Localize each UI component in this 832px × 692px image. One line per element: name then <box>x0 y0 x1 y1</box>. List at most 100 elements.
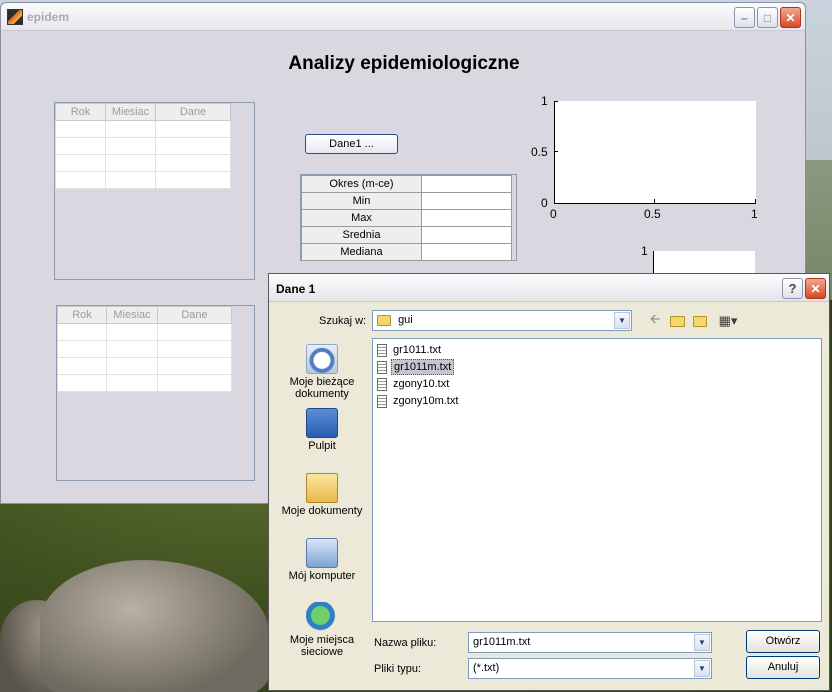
stats-row: Mediana <box>301 243 512 261</box>
table-cell[interactable] <box>57 357 107 375</box>
table-cell[interactable] <box>157 374 232 392</box>
stats-panel: Okres (m-ce) Min Max Srednia Mediana <box>300 174 517 261</box>
look-in-value-wrap: gui <box>377 314 413 326</box>
y-tick-label: 1 <box>641 244 648 258</box>
table-cell[interactable] <box>57 340 107 358</box>
table-cell[interactable] <box>57 374 107 392</box>
file-name: zgony10.txt <box>393 378 450 390</box>
data-table-1[interactable]: Rok Miesiac Dane <box>54 102 255 280</box>
table-cell[interactable] <box>106 323 158 341</box>
filetype-dropdown[interactable]: (*.txt) ▼ <box>468 658 712 679</box>
stats-value[interactable] <box>421 175 512 193</box>
table-cell[interactable] <box>157 340 232 358</box>
back-icon[interactable]: 🡨 <box>646 311 664 330</box>
column-header-miesiac[interactable]: Miesiac <box>106 306 158 324</box>
view-menu-icon[interactable]: ▦▾ <box>715 312 741 330</box>
table-row[interactable] <box>55 137 231 155</box>
table-row[interactable] <box>57 357 232 375</box>
minimize-button[interactable]: – <box>734 7 755 28</box>
filename-value[interactable]: gr1011m.txt <box>473 636 530 648</box>
table-cell[interactable] <box>157 323 232 341</box>
column-header-dane[interactable]: Dane <box>155 103 231 121</box>
x-tick-mark <box>755 199 756 203</box>
close-icon: ✕ <box>785 10 796 25</box>
column-header-miesiac[interactable]: Miesiac <box>105 103 156 121</box>
y-tick-label: 0 <box>541 196 548 210</box>
up-folder-icon[interactable] <box>668 312 686 330</box>
dialog-title: Dane 1 <box>276 282 316 296</box>
table-row[interactable] <box>57 323 232 341</box>
chevron-down-icon[interactable]: ▼ <box>694 660 710 677</box>
stats-row: Srednia <box>301 226 512 244</box>
table-cell[interactable] <box>55 120 106 138</box>
table-cell[interactable] <box>155 154 231 172</box>
table-row[interactable] <box>57 374 232 392</box>
stats-value[interactable] <box>421 243 512 261</box>
table-row[interactable] <box>55 120 231 138</box>
close-button[interactable]: ✕ <box>780 7 801 28</box>
table-row[interactable] <box>55 171 231 189</box>
table-2[interactable]: Rok Miesiac Dane <box>57 306 232 392</box>
table-cell[interactable] <box>155 137 231 155</box>
stats-value[interactable] <box>421 226 512 244</box>
place-network[interactable]: Moje miejsca sieciowe <box>277 602 367 658</box>
file-item[interactable]: zgony10m.txt <box>377 393 460 409</box>
file-item[interactable]: gr1011.txt <box>377 342 443 358</box>
table-cell[interactable] <box>105 120 156 138</box>
table-row[interactable] <box>55 154 231 172</box>
open-button[interactable]: Otwórz <box>746 630 820 653</box>
file-item-selected[interactable]: gr1011m.txt <box>377 359 455 375</box>
file-list[interactable]: gr1011.txt gr1011m.txt zgony10.txt zgony… <box>372 338 822 622</box>
stats-label: Srednia <box>301 226 422 244</box>
table-cell[interactable] <box>157 357 232 375</box>
dialog-titlebar[interactable]: Dane 1 ? ✕ <box>269 274 829 302</box>
data-table-2[interactable]: Rok Miesiac Dane <box>56 305 255 481</box>
place-desktop[interactable]: Pulpit <box>277 408 367 452</box>
table-cell[interactable] <box>105 171 156 189</box>
maximize-button[interactable]: □ <box>757 7 778 28</box>
place-recent-documents[interactable]: Moje bieżące dokumenty <box>277 344 367 400</box>
table-cell[interactable] <box>106 357 158 375</box>
column-header-dane[interactable]: Dane <box>157 306 232 324</box>
main-window-titlebar[interactable]: epidem – □ ✕ <box>1 3 805 31</box>
table-cell[interactable] <box>55 154 106 172</box>
place-label: Moje miejsca sieciowe <box>289 634 355 658</box>
new-folder-icon[interactable] <box>691 312 709 330</box>
x-tick-mark <box>654 199 655 203</box>
help-button[interactable]: ? <box>782 278 803 299</box>
cancel-button[interactable]: Anuluj <box>746 656 820 679</box>
table-cell[interactable] <box>106 374 158 392</box>
matlab-icon <box>7 9 23 25</box>
table-cell[interactable] <box>55 171 106 189</box>
filename-input[interactable]: gr1011m.txt ▼ <box>468 632 712 653</box>
window-title: epidem <box>27 10 70 24</box>
text-file-icon <box>377 343 387 357</box>
network-places-icon <box>306 602 338 632</box>
place-my-documents[interactable]: Moje dokumenty <box>277 473 367 517</box>
filename-label: Nazwa pliku: <box>374 637 437 649</box>
column-header-rok[interactable]: Rok <box>55 103 106 121</box>
chevron-down-icon[interactable]: ▼ <box>694 634 710 651</box>
stats-value[interactable] <box>421 192 512 210</box>
chevron-down-icon[interactable]: ▼ <box>614 312 630 329</box>
dane1-button[interactable]: Dane1 ... <box>305 134 398 154</box>
column-header-rok[interactable]: Rok <box>57 306 107 324</box>
table-row[interactable] <box>57 340 232 358</box>
look-in-dropdown[interactable]: gui ▼ <box>372 310 632 331</box>
file-item[interactable]: zgony10.txt <box>377 376 451 392</box>
table-cell[interactable] <box>155 171 231 189</box>
table-1[interactable]: Rok Miesiac Dane <box>55 103 231 189</box>
dialog-close-button[interactable]: ✕ <box>805 278 826 299</box>
place-my-computer[interactable]: Mój komputer <box>277 538 367 582</box>
table-cell[interactable] <box>155 120 231 138</box>
plot-axes-1[interactable] <box>554 101 756 204</box>
minimize-icon: – <box>741 10 748 25</box>
x-tick-label: 0.5 <box>644 207 661 221</box>
table-cell[interactable] <box>55 137 106 155</box>
table-cell[interactable] <box>57 323 107 341</box>
stats-value[interactable] <box>421 209 512 227</box>
table-cell[interactable] <box>105 154 156 172</box>
table-cell[interactable] <box>105 137 156 155</box>
table-cell[interactable] <box>106 340 158 358</box>
file-name: zgony10m.txt <box>393 395 459 407</box>
